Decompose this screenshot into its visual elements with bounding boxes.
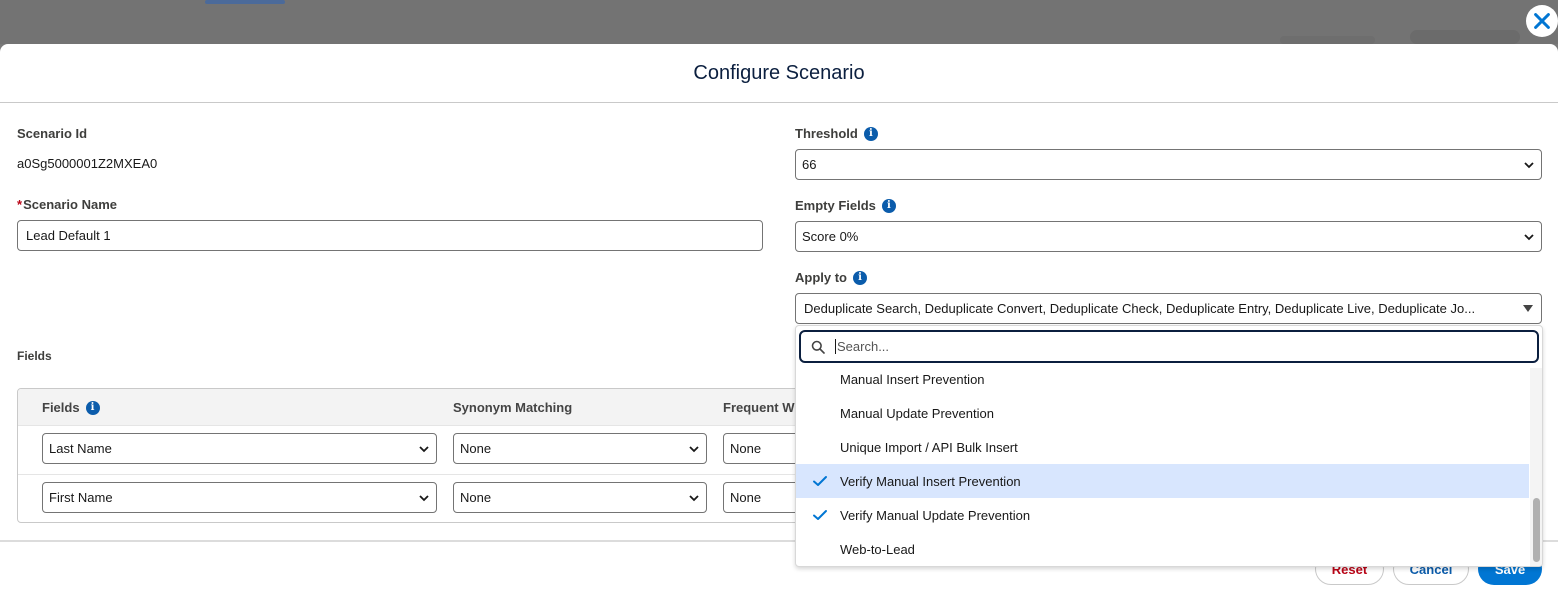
option-label: Manual Insert Prevention — [840, 371, 985, 387]
caret-down-icon — [1523, 305, 1533, 312]
info-icon[interactable]: i — [853, 270, 867, 285]
fields-header-text: Fields — [42, 400, 80, 415]
listbox-option[interactable]: Web-to-Lead — [796, 532, 1529, 566]
close-icon — [1534, 13, 1550, 29]
info-icon[interactable]: i — [881, 198, 896, 213]
apply-to-label: Apply to i — [795, 270, 867, 285]
check-icon — [813, 476, 827, 486]
listbox-option[interactable]: Manual Insert Prevention — [796, 362, 1529, 396]
chevron-down-icon — [419, 445, 429, 452]
close-button[interactable] — [1526, 5, 1558, 37]
scenario-id-value: a0Sg5000001Z2MXEA0 — [17, 156, 158, 171]
field-value: First Name — [49, 490, 113, 505]
scenario-name-label-text: Scenario Name — [23, 197, 117, 212]
backdrop — [0, 0, 1558, 44]
table-row: Last Name None None — [18, 426, 816, 475]
option-label: Verify Manual Insert Prevention — [840, 473, 1021, 489]
synonym-value: None — [460, 441, 492, 456]
empty-fields-label: Empty Fields i — [795, 198, 896, 213]
empty-fields-value: Score 0% — [802, 229, 859, 244]
listbox-option-selected[interactable]: Verify Manual Insert Prevention — [796, 464, 1529, 498]
fields-section-label: Fields — [17, 349, 52, 363]
backdrop-button — [1410, 30, 1520, 44]
check-icon — [813, 510, 827, 520]
table-row: First Name None None — [18, 475, 816, 522]
info-icon[interactable]: i — [85, 400, 100, 415]
search-icon — [811, 340, 825, 354]
synonym-value: None — [460, 490, 492, 505]
frequent-words-value: None — [730, 441, 762, 456]
empty-fields-select[interactable]: Score 0% — [795, 221, 1542, 252]
scenario-id-label: Scenario Id — [17, 126, 87, 141]
apply-to-combobox[interactable]: Deduplicate Search, Deduplicate Convert,… — [795, 293, 1542, 324]
fields-table-header: Fields i Synonym Matching Frequent W — [18, 389, 816, 426]
synonym-matching-header: Synonym Matching — [453, 400, 573, 415]
modal-header: Configure Scenario — [0, 44, 1558, 103]
chevron-down-icon — [689, 494, 699, 501]
backdrop-button — [1280, 36, 1375, 44]
search-placeholder: Search... — [835, 339, 890, 354]
apply-to-value: Deduplicate Search, Deduplicate Convert,… — [804, 301, 1476, 316]
option-label: Manual Update Prevention — [840, 405, 994, 421]
chevron-down-icon — [1524, 233, 1534, 240]
fields-table: Fields i Synonym Matching Frequent W Las… — [17, 388, 817, 523]
apply-to-listbox: Search... Manual Insert Prevention Manua… — [795, 325, 1543, 567]
frequent-words-header: Frequent W — [723, 400, 795, 415]
scrollbar-thumb[interactable] — [1533, 498, 1540, 562]
listbox-scrollbar[interactable] — [1530, 368, 1542, 566]
fields-section-label-text: Fields — [17, 349, 52, 363]
info-icon[interactable]: i — [863, 126, 878, 141]
scenario-name-input[interactable]: Lead Default 1 — [17, 220, 763, 251]
threshold-value: 66 — [802, 157, 817, 172]
threshold-label-text: Threshold — [795, 126, 858, 141]
listbox-option[interactable]: Unique Import / API Bulk Insert — [796, 430, 1529, 464]
field-select[interactable]: Last Name — [42, 433, 437, 464]
chevron-down-icon — [1524, 161, 1534, 168]
synonym-select[interactable]: None — [453, 482, 707, 513]
option-label: Web-to-Lead — [840, 541, 915, 557]
field-value: Last Name — [49, 441, 112, 456]
empty-fields-label-text: Empty Fields — [795, 198, 876, 213]
synonym-select[interactable]: None — [453, 433, 707, 464]
dropdown-search-input[interactable]: Search... — [799, 330, 1539, 363]
scenario-id-label-text: Scenario Id — [17, 126, 88, 141]
backdrop-tab-indicator — [205, 0, 285, 4]
threshold-select[interactable]: 66 — [795, 149, 1542, 180]
apply-to-label-text: Apply to — [795, 270, 847, 285]
field-select[interactable]: First Name — [42, 482, 437, 513]
required-marker: * — [17, 197, 23, 212]
listbox-option[interactable]: Manual Update Prevention — [796, 396, 1529, 430]
option-label: Unique Import / API Bulk Insert — [840, 439, 1018, 455]
modal-title: Configure Scenario — [693, 61, 865, 84]
chevron-down-icon — [419, 494, 429, 501]
chevron-down-icon — [689, 445, 699, 452]
threshold-label: Threshold i — [795, 126, 878, 141]
scenario-name-label: * Scenario Name — [17, 197, 117, 212]
listbox-option-selected[interactable]: Verify Manual Update Prevention — [796, 498, 1529, 532]
fields-column-header: Fields i — [42, 400, 100, 415]
frequent-words-value: None — [730, 490, 762, 505]
option-label: Verify Manual Update Prevention — [840, 507, 1031, 523]
